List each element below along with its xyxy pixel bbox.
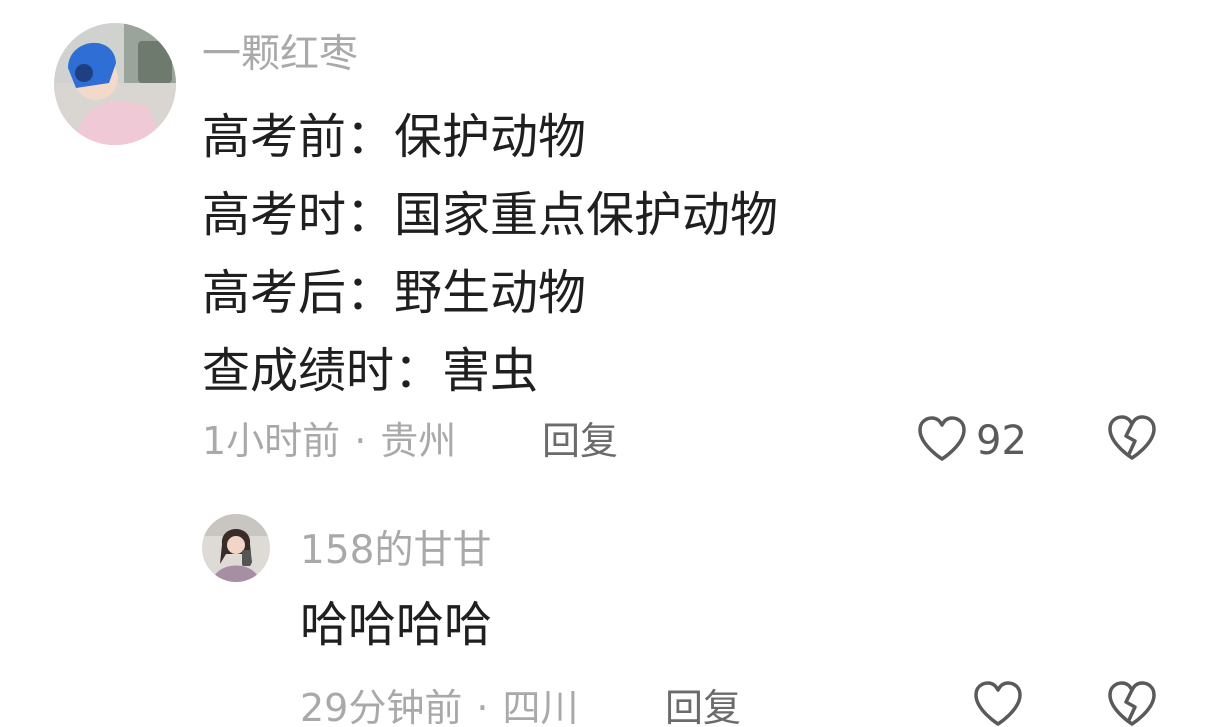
avatar[interactable] — [54, 23, 176, 145]
comment-line: 查成绩时：害虫 — [202, 343, 539, 399]
heart-outline-icon — [916, 415, 968, 467]
comment-thread: 一颗红枣 高考前：保护动物 高考时：国家重点保护动物 高考后：野生动物 查成绩时… — [0, 0, 1224, 727]
comment-username[interactable]: 一颗红枣 — [202, 30, 358, 80]
reply-username[interactable]: 158的甘甘 — [300, 526, 491, 576]
comment-meta: 1小时前 · 贵州 — [202, 416, 456, 466]
comment-time: 1小时前 — [202, 419, 341, 463]
comment-text: 高考前：保护动物 高考时：国家重点保护动物 高考后：野生动物 查成绩时：害虫 — [202, 98, 778, 410]
reply-location: 四川 — [502, 686, 579, 727]
avatar[interactable] — [202, 514, 270, 582]
meta-separator: · — [476, 686, 489, 727]
comment-location: 贵州 — [380, 419, 457, 463]
reply-button[interactable]: 回复 — [665, 683, 741, 727]
meta-separator: · — [354, 419, 367, 463]
reply-text: 哈哈哈哈 — [300, 597, 493, 653]
like-count: 92 — [976, 418, 1027, 464]
heart-outline-icon[interactable] — [972, 680, 1024, 727]
broken-heart-icon[interactable] — [1106, 414, 1158, 466]
comment-line: 高考时：国家重点保护动物 — [202, 187, 779, 243]
like-button[interactable]: 92 — [916, 414, 1027, 468]
reply-time: 29分钟前 — [300, 686, 463, 727]
comment-line: 高考前：保护动物 — [202, 109, 587, 165]
comment-line: 高考后：野生动物 — [202, 265, 587, 321]
reply-meta: 29分钟前 · 四川 — [300, 683, 578, 727]
broken-heart-icon[interactable] — [1106, 680, 1158, 727]
reply-button[interactable]: 回复 — [542, 416, 618, 466]
